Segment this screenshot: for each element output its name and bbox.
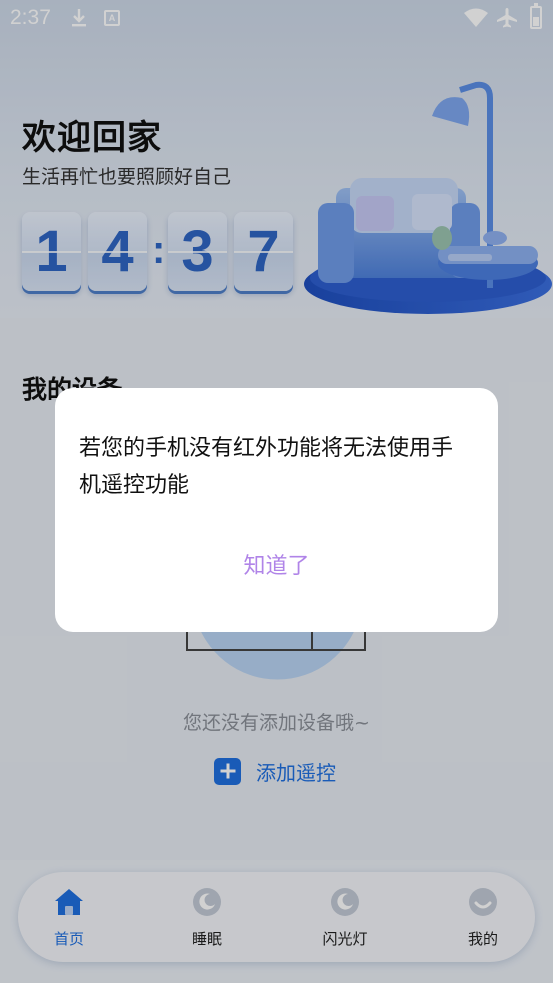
- dialog-message: 若您的手机没有红外功能将无法使用手机遥控功能: [79, 436, 454, 498]
- dialog-ok-button[interactable]: 知道了: [55, 548, 498, 580]
- app-screen: 2:37 A 欢迎回家 生活再忙也要照顾好自己 1 4 : 3 7 您还没有添加…: [0, 0, 553, 983]
- infrared-warning-dialog: 若您的手机没有红外功能将无法使用手机遥控功能 知道了: [55, 388, 498, 632]
